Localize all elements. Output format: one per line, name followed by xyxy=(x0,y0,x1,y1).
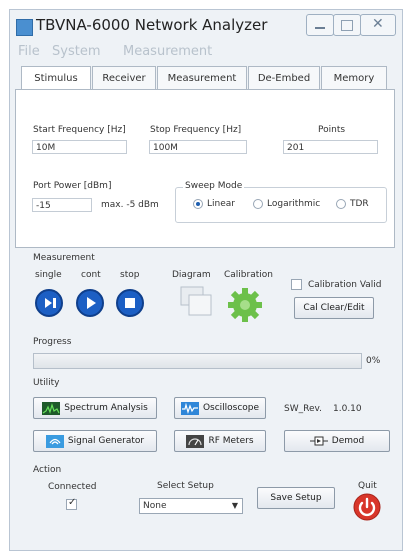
title-bar: TBVNA-6000 Network Analyzer ✕ xyxy=(10,10,402,40)
step-play-icon xyxy=(45,298,56,308)
gear-icon[interactable] xyxy=(225,285,265,325)
maximize-icon xyxy=(341,20,353,31)
spectrum-icon xyxy=(42,401,61,415)
spectrum-analysis-button[interactable]: Spectrum Analysis xyxy=(33,397,157,419)
checkmark-icon: ✓ xyxy=(68,497,77,508)
rf-meters-button[interactable]: RF Meters xyxy=(174,430,266,452)
start-frequency-label: Start Frequency [Hz] xyxy=(33,125,126,135)
port-power-label: Port Power [dBm] xyxy=(33,181,112,191)
calibration-label: Calibration xyxy=(224,270,273,280)
tab-stimulus[interactable]: Stimulus xyxy=(21,66,91,91)
progress-label: Progress xyxy=(33,337,72,347)
sweep-logarithmic-radio[interactable] xyxy=(253,199,263,209)
maximize-button[interactable] xyxy=(333,14,361,36)
save-setup-button[interactable]: Save Setup xyxy=(257,487,335,509)
menu-bar: File System Measurement xyxy=(10,41,402,63)
connected-label: Connected xyxy=(48,482,97,492)
single-sweep-button[interactable] xyxy=(35,289,63,317)
stop-sweep-button[interactable] xyxy=(116,289,144,317)
stimulus-panel xyxy=(15,89,395,248)
continuous-sweep-button[interactable] xyxy=(76,289,104,317)
close-button[interactable]: ✕ xyxy=(360,14,396,36)
close-icon: ✕ xyxy=(372,16,384,32)
oscilloscope-icon xyxy=(180,401,199,415)
measurement-section-label: Measurement xyxy=(33,253,95,263)
demod-button[interactable]: Demod xyxy=(284,430,390,452)
rf-meter-icon xyxy=(186,434,205,448)
demod-label: Demod xyxy=(331,436,365,446)
utility-label: Utility xyxy=(33,378,60,388)
sweep-linear-radio[interactable] xyxy=(193,199,203,209)
chevron-down-icon: ▼ xyxy=(231,501,238,510)
minimize-icon xyxy=(315,27,325,29)
signal-generator-icon xyxy=(45,434,64,448)
sweep-logarithmic-label: Logarithmic xyxy=(267,199,321,209)
points-label: Points xyxy=(318,125,346,135)
sweep-tdr-radio[interactable] xyxy=(336,199,346,209)
calibration-valid-checkbox[interactable] xyxy=(291,279,302,290)
start-frequency-input[interactable]: 10M xyxy=(32,140,127,154)
select-setup-label: Select Setup xyxy=(157,481,214,491)
tab-de-embed[interactable]: De-Embed xyxy=(248,66,320,90)
quit-power-icon[interactable] xyxy=(352,492,382,522)
sweep-linear-label: Linear xyxy=(207,199,235,209)
progress-bar xyxy=(33,353,362,369)
sweep-mode-label: Sweep Mode xyxy=(183,181,245,191)
sw-rev-label: SW_Rev. xyxy=(284,404,322,414)
cal-clear-edit-button[interactable]: Cal Clear/Edit xyxy=(294,297,374,319)
diagram-label: Diagram xyxy=(172,270,211,280)
select-setup-dropdown[interactable]: None ▼ xyxy=(139,498,243,514)
sw-rev-value: 1.0.10 xyxy=(333,404,362,414)
quit-label: Quit xyxy=(358,481,377,491)
port-power-max-label: max. -5 dBm xyxy=(101,200,159,210)
progress-percent: 0% xyxy=(366,356,381,366)
menu-file[interactable]: File xyxy=(18,44,40,59)
points-input[interactable]: 201 xyxy=(283,140,378,154)
app-icon xyxy=(16,19,33,36)
signal-generator-button[interactable]: Signal Generator xyxy=(33,430,157,452)
tab-receiver[interactable]: Receiver xyxy=(92,66,156,90)
stop-frequency-input[interactable]: 100M xyxy=(149,140,247,154)
stop-icon xyxy=(125,298,135,308)
single-label: single xyxy=(35,270,62,280)
minimize-button[interactable] xyxy=(306,14,334,36)
oscilloscope-button[interactable]: Oscilloscope xyxy=(174,397,266,419)
menu-system[interactable]: System xyxy=(52,44,100,59)
tab-measurement[interactable]: Measurement xyxy=(157,66,247,90)
play-icon xyxy=(87,297,96,309)
calibration-valid-label: Calibration Valid xyxy=(308,280,382,290)
menu-measurement[interactable]: Measurement xyxy=(123,44,212,59)
stop-frequency-label: Stop Frequency [Hz] xyxy=(150,125,242,135)
signal-generator-label: Signal Generator xyxy=(67,436,145,446)
port-power-input[interactable]: -15 xyxy=(32,198,92,212)
cont-label: cont xyxy=(81,270,101,280)
select-setup-value: None xyxy=(143,501,167,511)
demod-icon xyxy=(309,436,328,446)
sweep-tdr-label: TDR xyxy=(350,199,369,209)
window-title: TBVNA-6000 Network Analyzer xyxy=(36,16,268,34)
tab-memory[interactable]: Memory xyxy=(321,66,387,90)
oscilloscope-label: Oscilloscope xyxy=(202,403,260,413)
diagram-icon[interactable] xyxy=(179,285,213,319)
connected-checkbox[interactable]: ✓ xyxy=(66,497,77,510)
stop-label: stop xyxy=(120,270,140,280)
spectrum-analysis-label: Spectrum Analysis xyxy=(64,403,148,413)
rf-meters-label: RF Meters xyxy=(208,436,254,446)
action-label: Action xyxy=(33,465,62,475)
